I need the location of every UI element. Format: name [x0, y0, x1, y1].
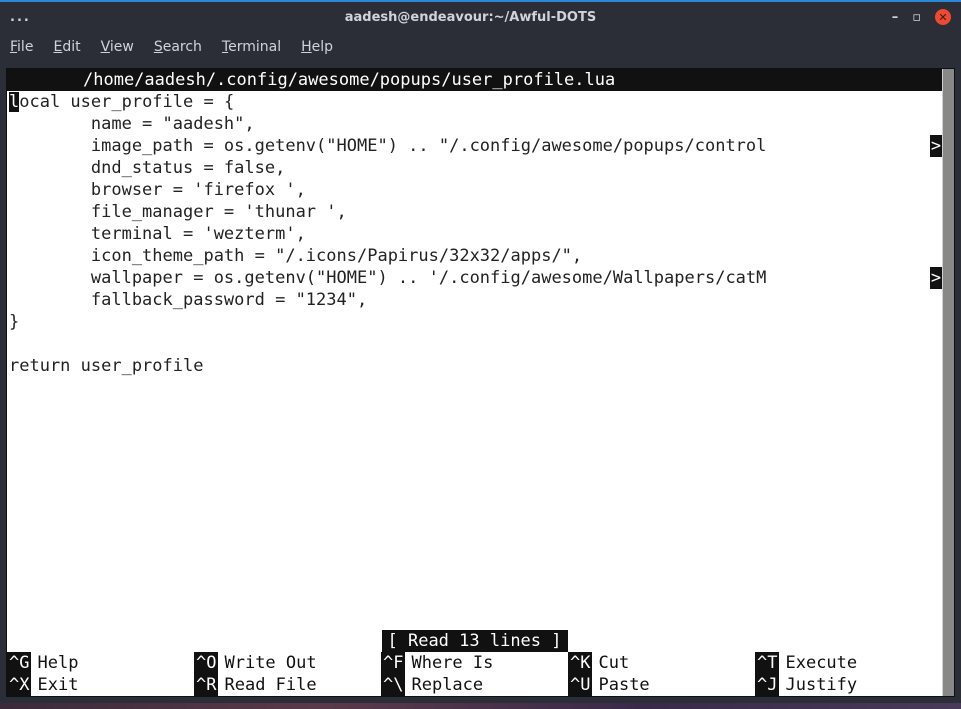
shortcut-key: ^J [755, 674, 779, 696]
shortcut-help: ^GHelp [7, 652, 194, 674]
shortcut-key: ^U [568, 674, 592, 696]
code-line: dnd_status = false, [7, 157, 954, 179]
shortcut-label: Replace [405, 674, 483, 696]
code-line: return user_profile [7, 355, 954, 377]
shortcut-label: Exit [31, 674, 78, 696]
desktop-strip [0, 703, 961, 709]
shortcut-paste: ^UPaste [568, 674, 755, 696]
close-button[interactable]: ✕ [935, 9, 951, 25]
code-line [7, 333, 954, 355]
shortcut-read-file: ^RRead File [194, 674, 381, 696]
shortcut-label: Justify [779, 674, 857, 696]
cursor: l [9, 92, 19, 112]
shortcut-key: ^T [755, 652, 779, 674]
menu-help[interactable]: Help [301, 39, 333, 55]
code-line: image_path = os.getenv("HOME") .. "/.con… [7, 135, 954, 157]
shortcut-justify: ^JJustify [755, 674, 942, 696]
shortcut-where-is: ^FWhere Is [381, 652, 568, 674]
app-menu-dots[interactable]: ... [10, 10, 90, 25]
code-line: name = "aadesh", [7, 113, 954, 135]
shortcut-label: Read File [218, 674, 316, 696]
code-line: browser = 'firefox ', [7, 179, 954, 201]
shortcut-replace: ^\Replace [381, 674, 568, 696]
minimize-button[interactable]: – [892, 10, 899, 25]
shortcut-key: ^R [194, 674, 218, 696]
code-line: fallback_password = "1234", [7, 289, 954, 311]
code-line: wallpaper = os.getenv("HOME") .. '/.conf… [7, 267, 954, 289]
shortcut-key: ^\ [381, 674, 405, 696]
shortcut-key: ^F [381, 652, 405, 674]
terminal-viewport[interactable]: /home/aadesh/.config/awesome/popups/user… [7, 69, 954, 696]
terminal-panel: /home/aadesh/.config/awesome/popups/user… [6, 68, 955, 697]
shortcut-label: Cut [592, 652, 629, 674]
shortcut-label: Execute [779, 652, 857, 674]
nano-filename: /home/aadesh/.config/awesome/popups/user… [11, 70, 615, 90]
line-overflow-indicator: > [930, 267, 942, 289]
maximize-button[interactable]: ▫ [912, 10, 921, 25]
nano-status-line: [ Read 13 lines ] [7, 630, 942, 652]
code-line: file_manager = 'thunar ', [7, 201, 954, 223]
nano-title-bar: /home/aadesh/.config/awesome/popups/user… [7, 69, 954, 91]
window-controls: – ▫ ✕ [851, 9, 951, 25]
code-line: local user_profile = { [7, 91, 954, 113]
shortcut-label: Help [31, 652, 78, 674]
menu-terminal[interactable]: Terminal [222, 39, 281, 55]
line-overflow-indicator: > [930, 135, 942, 157]
scrollbar-thumb[interactable] [943, 69, 954, 696]
shortcut-write-out: ^OWrite Out [194, 652, 381, 674]
scrollbar-vertical[interactable] [942, 69, 954, 696]
shortcut-key: ^X [7, 674, 31, 696]
code-line: terminal = 'wezterm', [7, 223, 954, 245]
menu-view[interactable]: View [101, 39, 134, 55]
menu-edit[interactable]: Edit [53, 39, 80, 55]
shortcut-label: Paste [592, 674, 649, 696]
shortcut-execute: ^TExecute [755, 652, 942, 674]
shortcut-cut: ^KCut [568, 652, 755, 674]
menu-file[interactable]: File [10, 39, 33, 55]
shortcut-exit: ^XExit [7, 674, 194, 696]
shortcut-label: Write Out [218, 652, 316, 674]
shortcut-key: ^K [568, 652, 592, 674]
shortcut-key: ^G [7, 652, 31, 674]
nano-status-text: [ Read 13 lines ] [382, 630, 568, 652]
menu-bar: File Edit View Search Terminal Help [0, 32, 961, 62]
shortcut-key: ^O [194, 652, 218, 674]
shortcut-label: Where Is [405, 652, 493, 674]
menu-search[interactable]: Search [154, 39, 202, 55]
window-titlebar: ... aadesh@endeavour:~/Awful-DOTS – ▫ ✕ [0, 0, 961, 32]
nano-shortcut-bar: ^GHelp^OWrite Out^FWhere Is^KCut^TExecut… [7, 652, 942, 696]
code-line: icon_theme_path = "/.icons/Papirus/32x32… [7, 245, 954, 267]
nano-buffer[interactable]: local user_profile = { name = "aadesh", … [7, 91, 954, 377]
window-title: aadesh@endeavour:~/Awful-DOTS [90, 10, 851, 25]
code-line: } [7, 311, 954, 333]
